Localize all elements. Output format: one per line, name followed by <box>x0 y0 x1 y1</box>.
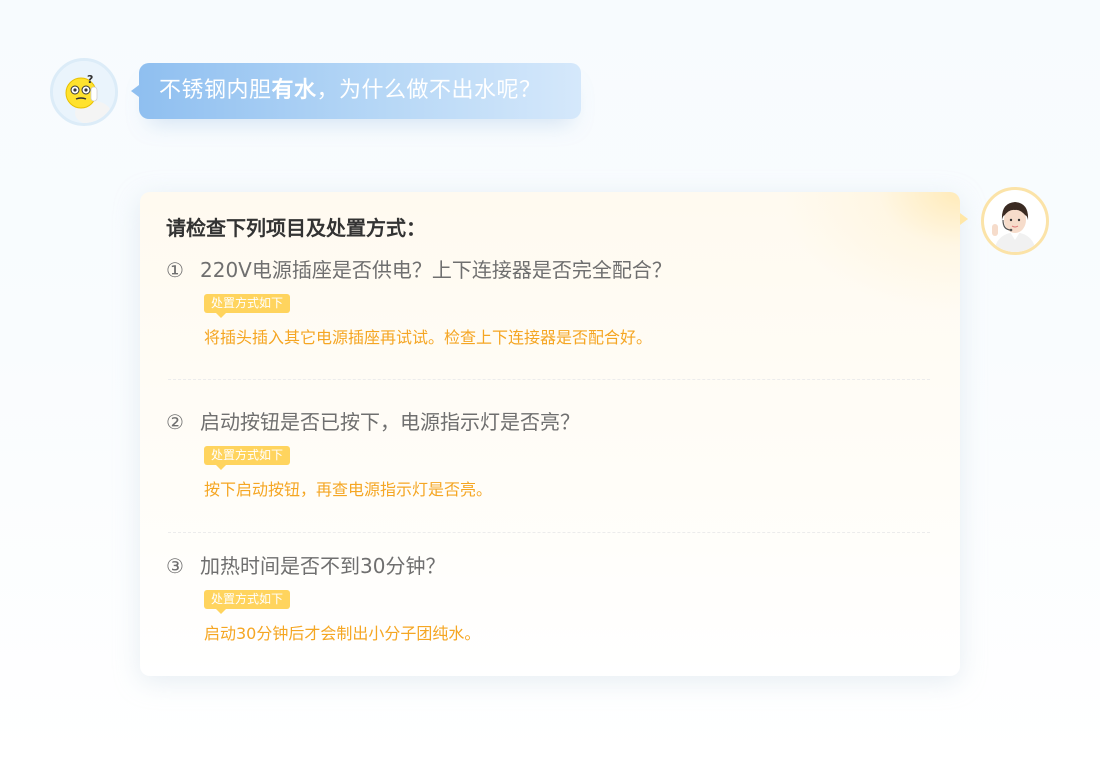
solution-text: 将插头插入其它电源插座再试试。检查上下连接器是否配合好。 <box>204 328 653 347</box>
question-bubble: 不锈钢内胆有水，为什么做不出水呢？ <box>131 63 581 119</box>
solution-tag: 处置方式如下 <box>204 294 291 318</box>
item-number: ③ <box>166 554 184 578</box>
check-item: ① 220V电源插座是否供电？上下连接器是否完全配合？ 处置方式如下 将插头插入其… <box>166 256 934 347</box>
answer-card: 请检查下列项目及处置方式： ① 220V电源插座是否供电？上下连接器是否完全配合？… <box>140 192 968 676</box>
item-question: 启动按钮是否已按下，电源指示灯是否亮？ <box>200 410 580 434</box>
solution-text: 启动30分钟后才会制出小分子团纯水。 <box>204 624 481 643</box>
check-item: ③ 加热时间是否不到30分钟？ 处置方式如下 启动30分钟后才会制出小分子团纯水。 <box>166 552 934 643</box>
solution-tag: 处置方式如下 <box>204 590 291 614</box>
item-number: ② <box>166 410 184 434</box>
check-item: ② 启动按钮是否已按下，电源指示灯是否亮？ 处置方式如下 按下启动按钮，再查电源指… <box>166 408 934 499</box>
answer-title: 请检查下列项目及处置方式： <box>166 216 426 240</box>
question-text: 不锈钢内胆有水，为什么做不出水呢？ <box>159 63 542 119</box>
user-avatar: ? <box>50 58 118 126</box>
item-question: 220V电源插座是否供电？上下连接器是否完全配合？ <box>200 258 672 282</box>
question-suffix: ，为什么做不出水呢？ <box>316 78 542 103</box>
solution-tag: 处置方式如下 <box>204 446 291 470</box>
svg-text:?: ? <box>87 73 93 86</box>
divider <box>168 532 930 533</box>
solution-text: 按下启动按钮，再查电源指示灯是否亮。 <box>204 480 493 499</box>
question-highlight: 有水 <box>271 78 317 103</box>
divider <box>168 379 930 380</box>
customer-service-icon <box>984 190 1046 252</box>
item-number: ① <box>166 258 184 282</box>
question-prefix: 不锈钢内胆 <box>159 78 272 103</box>
staff-avatar <box>981 187 1049 255</box>
item-question: 加热时间是否不到30分钟？ <box>200 554 446 578</box>
confused-emoji-icon: ? <box>53 61 115 123</box>
